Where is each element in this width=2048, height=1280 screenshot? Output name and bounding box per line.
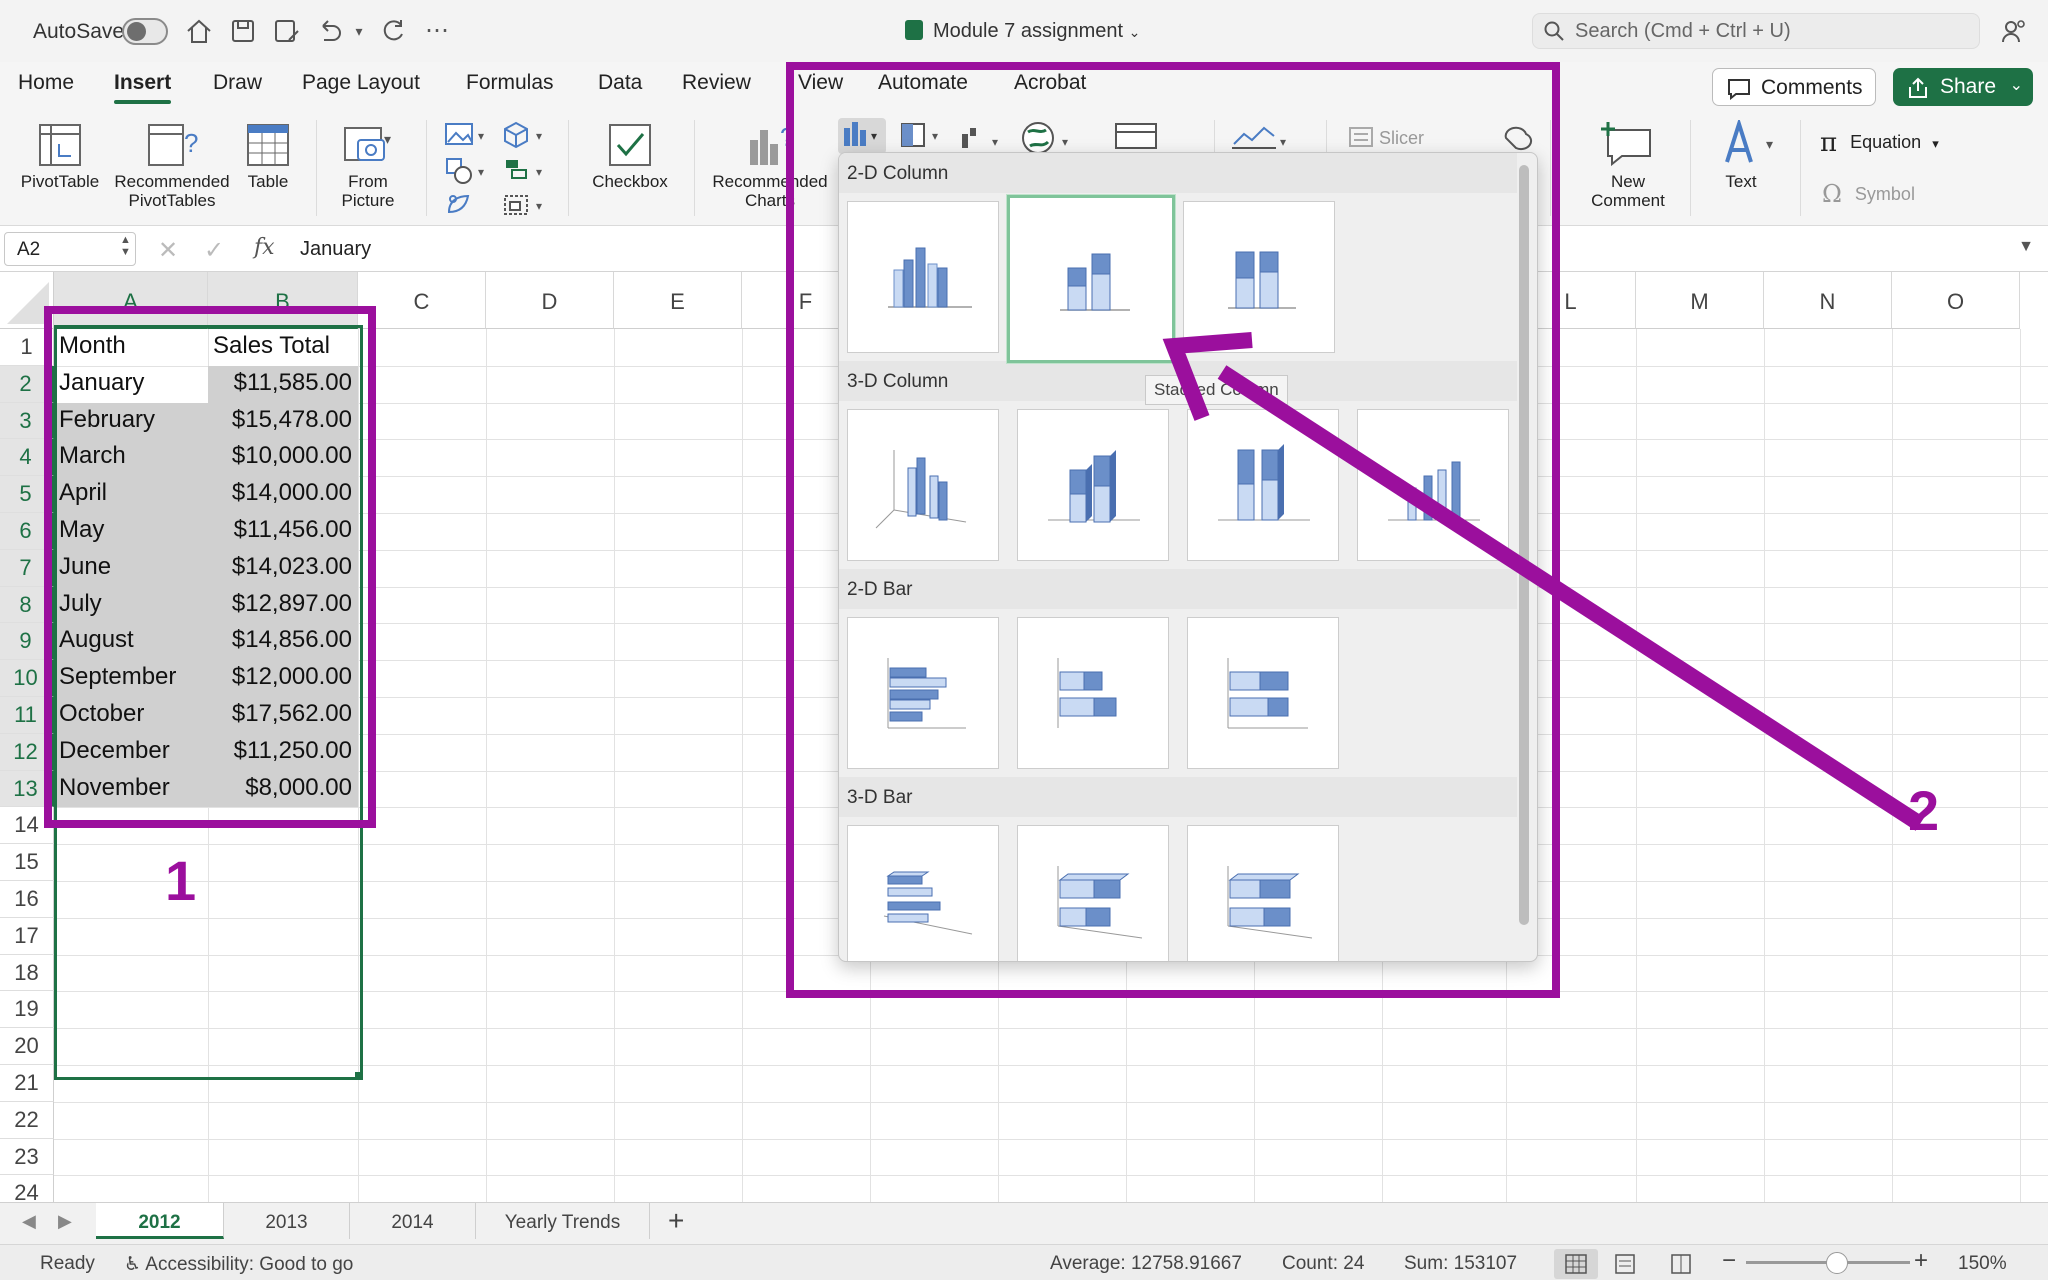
status-bar: Ready ♿︎ Accessibility: Good to go Avera… (0, 1244, 2048, 1280)
page-layout-icon (1615, 1254, 1635, 1274)
status-sum: Sum: 153107 (1404, 1253, 1518, 1274)
sheet-tab-bar: ◀ ▶ 2012 2013 2014 Yearly Trends + (0, 1202, 2048, 1244)
prev-sheet-icon[interactable]: ◀ (22, 1211, 36, 1232)
accessibility-icon: ♿︎ (124, 1254, 142, 1275)
zoom-slider-thumb[interactable] (1826, 1252, 1848, 1274)
next-sheet-icon[interactable]: ▶ (58, 1211, 72, 1232)
zoom-level[interactable]: 150% (1958, 1253, 2007, 1275)
sheet-tab-2014[interactable]: 2014 (350, 1203, 476, 1239)
sheet-tab-yearly-trends[interactable]: Yearly Trends (476, 1203, 650, 1239)
annotation-label-2: 2 (1908, 779, 1940, 842)
page-break-icon (1671, 1254, 1691, 1274)
sheet-tab-2012[interactable]: 2012 (96, 1203, 224, 1239)
status-count: Count: 24 (1282, 1253, 1365, 1274)
accessibility-label: Accessibility: Good to go (145, 1254, 354, 1275)
zoom-out-button[interactable]: − (1722, 1247, 1736, 1275)
accessibility-status[interactable]: ♿︎ Accessibility: Good to go (124, 1253, 353, 1276)
sheet-tab-2013[interactable]: 2013 (224, 1203, 350, 1239)
add-sheet-button[interactable]: + (668, 1205, 684, 1237)
status-ready: Ready (40, 1253, 95, 1274)
annotation-arrow-shaft (1217, 365, 1925, 831)
normal-view-button[interactable] (1554, 1249, 1598, 1279)
annotation-arrow (1162, 332, 1925, 831)
zoom-in-button[interactable]: + (1914, 1247, 1928, 1275)
grid-view-icon (1565, 1254, 1587, 1274)
status-average: Average: 12758.91667 (1050, 1253, 1242, 1274)
page-break-view-button[interactable] (1666, 1249, 1696, 1280)
page-layout-view-button[interactable] (1610, 1249, 1640, 1280)
